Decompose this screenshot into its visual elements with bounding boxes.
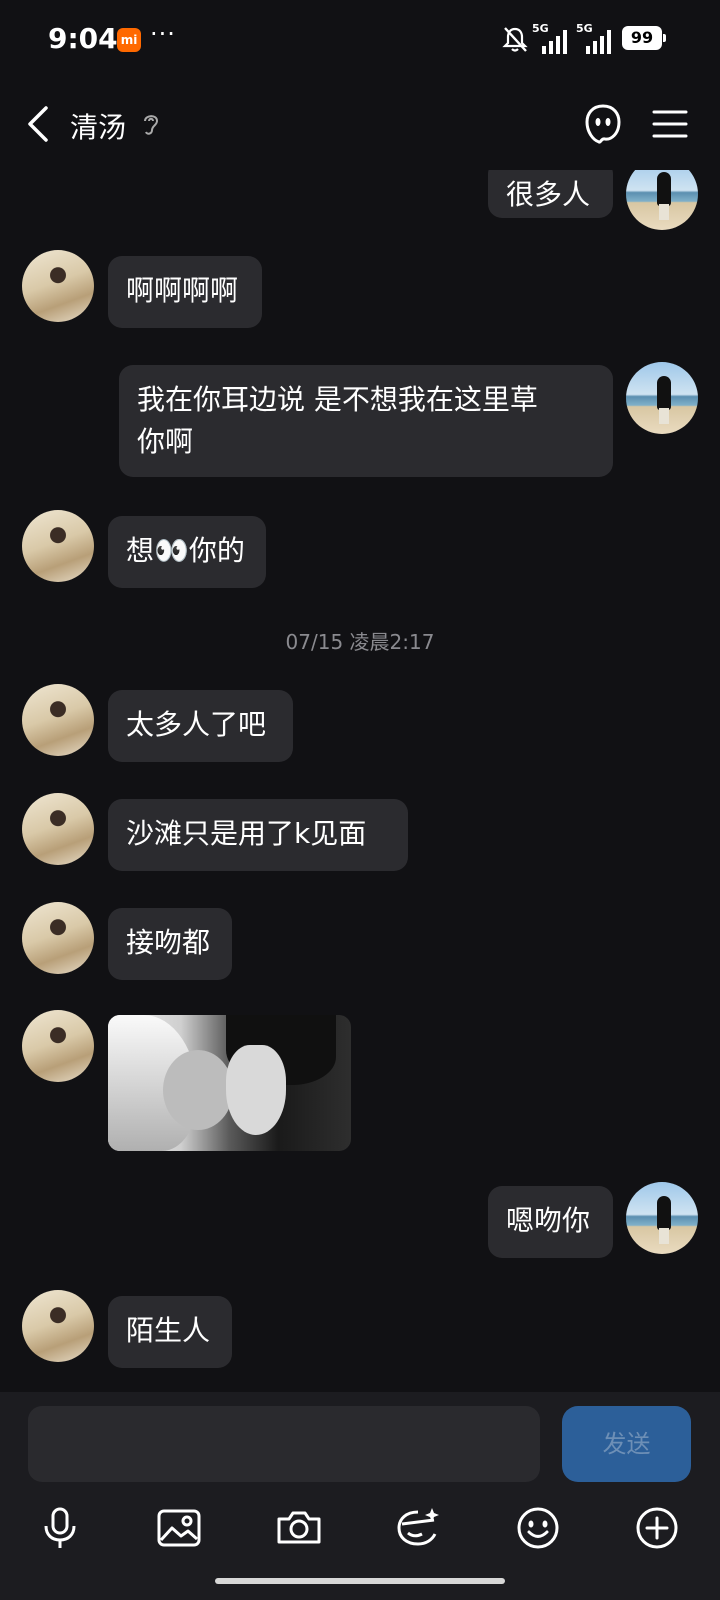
message-bubble-outgoing[interactable]: 嗯吻你: [488, 1186, 613, 1258]
message-bubble-incoming[interactable]: 沙滩只是用了k见面: [108, 799, 408, 871]
message-bubble-incoming[interactable]: 想👀你的: [108, 516, 266, 588]
avatar-figure-leg: [659, 1228, 669, 1244]
avatar-figure: [657, 1196, 671, 1230]
plus-icon[interactable]: [633, 1504, 681, 1552]
status-time: 9:04: [48, 22, 118, 55]
home-indicator[interactable]: [215, 1578, 505, 1584]
avatar-contact[interactable]: [22, 510, 94, 582]
avatar-contact[interactable]: [22, 1290, 94, 1362]
avatar-figure-leg: [659, 204, 669, 220]
avatar-figure: [657, 172, 671, 206]
image-shape: [163, 1050, 233, 1130]
avatar-self[interactable]: [626, 170, 698, 230]
message-bubble-incoming[interactable]: 啊啊啊啊: [108, 256, 262, 328]
mi-app-icon: mi: [117, 28, 141, 52]
signal-5g-icon-2: 5G: [576, 22, 616, 54]
image-shape: [226, 1045, 286, 1135]
back-icon[interactable]: [22, 102, 62, 146]
message-bubble-incoming[interactable]: 太多人了吧: [108, 690, 293, 762]
composer: 发送: [0, 1392, 720, 1600]
avatar-self[interactable]: [626, 1182, 698, 1254]
contact-name[interactable]: 清汤: [70, 106, 126, 146]
message-bubble-outgoing[interactable]: 很多人: [488, 170, 613, 218]
avatar-figure: [657, 376, 671, 410]
message-image[interactable]: [108, 1015, 351, 1151]
message-input[interactable]: [28, 1406, 540, 1482]
camera-icon[interactable]: [275, 1504, 323, 1552]
battery-icon: 99: [622, 26, 666, 50]
message-bubble-incoming[interactable]: 接吻都: [108, 908, 232, 980]
ghost-icon[interactable]: [583, 102, 623, 146]
message-bubble-outgoing[interactable]: 我在你耳边说 是不想我在这里草 你啊: [119, 365, 613, 477]
menu-icon[interactable]: [652, 108, 688, 140]
more-notifications-icon: ···: [150, 20, 176, 48]
avatar-contact[interactable]: [22, 684, 94, 756]
ear-icon[interactable]: [140, 110, 162, 138]
message-bubble-incoming[interactable]: 陌生人: [108, 1296, 232, 1368]
avatar-contact[interactable]: [22, 793, 94, 865]
chat-header: 清汤: [0, 80, 720, 170]
avatar-contact[interactable]: [22, 902, 94, 974]
signal-bars-icon-2: [586, 30, 611, 54]
signal-5g-icon: 5G: [532, 22, 572, 54]
bell-muted-icon: [502, 27, 528, 52]
avatar-contact[interactable]: [22, 1010, 94, 1082]
status-bar: 9:04 mi ··· 5G 5G 99: [0, 0, 720, 80]
message-timestamp: 07/15 凌晨2:17: [285, 630, 435, 654]
message-list[interactable]: 很多人 啊啊啊啊 我在你耳边说 是不想我在这里草 你啊 想👀你的 07/15 凌…: [0, 170, 720, 1392]
image-icon[interactable]: [155, 1504, 203, 1552]
microphone-icon[interactable]: [36, 1504, 84, 1552]
avatar-figure-leg: [659, 408, 669, 424]
signal-bars-icon: [542, 30, 567, 54]
avatar-self[interactable]: [626, 362, 698, 434]
avatar-contact[interactable]: [22, 250, 94, 322]
send-button[interactable]: 发送: [562, 1406, 691, 1482]
sticker-icon[interactable]: [394, 1504, 442, 1552]
emoji-icon[interactable]: [514, 1504, 562, 1552]
